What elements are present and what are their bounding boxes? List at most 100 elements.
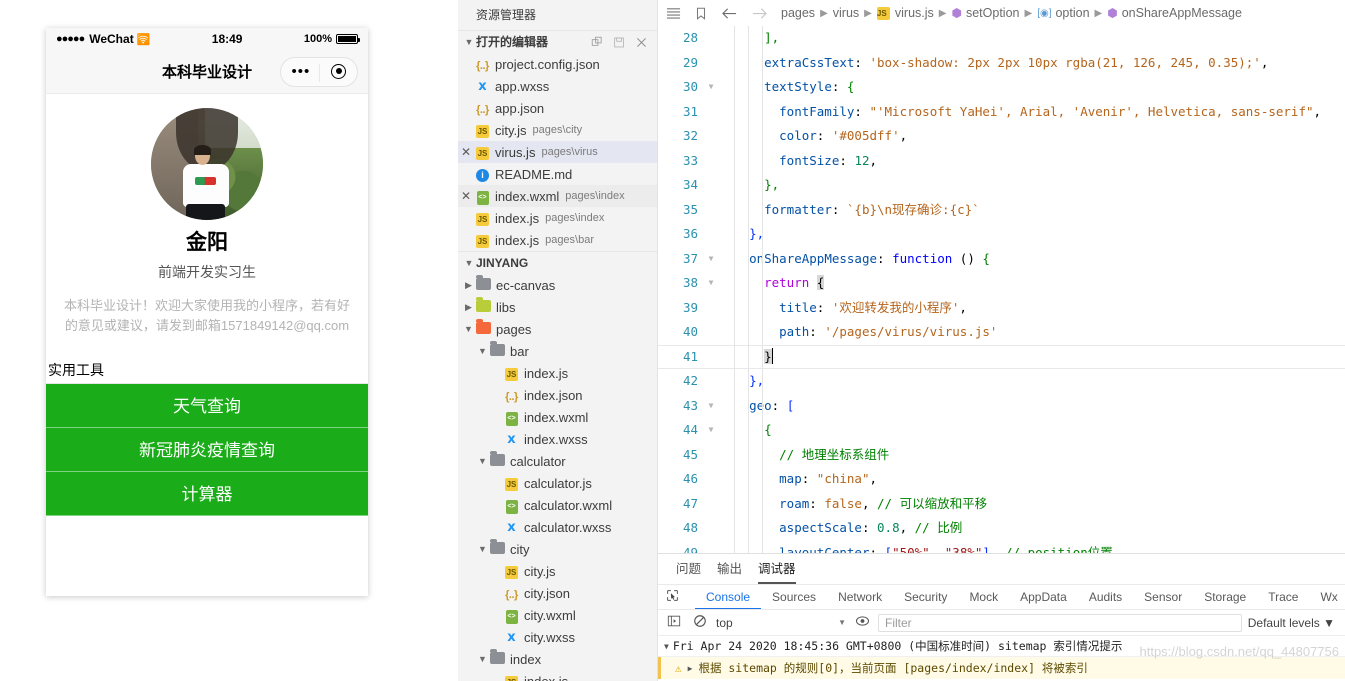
tree-file-row[interactable]: JS city.js bbox=[458, 560, 657, 582]
tree-folder-row[interactable]: ▼ city bbox=[458, 538, 657, 560]
tree-file-row[interactable]: x calculator.wxss bbox=[458, 516, 657, 538]
open-editor-item[interactable]: JS city.js pages\city bbox=[458, 119, 657, 141]
covid-query-button[interactable]: 新冠肺炎疫情查询 bbox=[46, 428, 368, 473]
code-text: extraCssText: 'box-shadow: 2px 2px 10px … bbox=[764, 54, 1269, 70]
chevron-right-icon[interactable]: ▶ bbox=[462, 280, 475, 291]
context-select[interactable]: top ▼ bbox=[716, 616, 846, 630]
back-arrow-icon[interactable] bbox=[721, 6, 738, 21]
open-editor-item[interactable]: i README.md bbox=[458, 163, 657, 185]
devtools-tab[interactable]: Network bbox=[827, 585, 893, 609]
target-circle-icon[interactable] bbox=[331, 64, 347, 79]
tree-folder-row[interactable]: ▼ pages bbox=[458, 318, 657, 340]
console-filter-input[interactable]: Filter bbox=[878, 613, 1242, 632]
panel-tab[interactable]: 输出 bbox=[717, 554, 742, 584]
devtools-tab[interactable]: Storage bbox=[1193, 585, 1257, 609]
weather-query-button[interactable]: 天气查询 bbox=[46, 384, 368, 429]
chevron-down-icon[interactable]: ▼ bbox=[476, 544, 489, 554]
breadcrumb-item[interactable]: virus bbox=[833, 6, 859, 20]
tree-file-row[interactable]: JS index.js bbox=[458, 362, 657, 384]
console-warning-row[interactable]: ⚠ ▶ 根据 sitemap 的规则[0]，当前页面 [pages/index/… bbox=[658, 657, 1345, 679]
devtools-tab[interactable]: Console bbox=[695, 585, 761, 609]
fold-chevron-icon[interactable]: ▼ bbox=[702, 75, 720, 100]
new-file-icon[interactable] bbox=[591, 36, 604, 49]
open-editor-item[interactable]: {..} project.config.json bbox=[458, 53, 657, 75]
panel-tab[interactable]: 调试器 bbox=[758, 554, 796, 584]
close-icon[interactable]: ✕ bbox=[458, 189, 474, 203]
open-editor-name: README.md bbox=[495, 166, 573, 182]
tree-node-label: index bbox=[510, 651, 542, 667]
open-editor-item[interactable]: ✕ <> index.wxml pages\index bbox=[458, 185, 657, 207]
breadcrumb-item[interactable]: ⬢ setOption bbox=[951, 6, 1019, 20]
chevron-down-icon[interactable]: ▼ bbox=[476, 456, 489, 466]
panel-tab[interactable]: 问题 bbox=[676, 554, 701, 584]
tree-file-row[interactable]: <> index.wxml bbox=[458, 406, 657, 428]
carrier-label: WeChat bbox=[89, 32, 134, 46]
devtools-tab[interactable]: Audits bbox=[1078, 585, 1133, 609]
devtools-tab[interactable]: Sources bbox=[761, 585, 827, 609]
chevron-down-icon[interactable]: ▼ bbox=[462, 324, 475, 334]
chevron-down-icon: ▼ bbox=[464, 36, 474, 47]
wechat-capsule[interactable]: ••• bbox=[280, 56, 358, 87]
tree-file-row[interactable]: {..} index.json bbox=[458, 384, 657, 406]
breadcrumb-item[interactable]: [◉] option bbox=[1037, 6, 1089, 20]
bookmark-icon[interactable] bbox=[694, 6, 708, 21]
tree-folder-row[interactable]: ▼ index bbox=[458, 648, 657, 670]
fold-chevron-icon[interactable]: ▼ bbox=[702, 418, 720, 443]
open-editor-item[interactable]: ✕ JS virus.js pages\virus bbox=[458, 141, 657, 163]
fold-chevron-icon[interactable]: ▼ bbox=[702, 271, 720, 296]
tree-folder-row[interactable]: ▶ ec-canvas bbox=[458, 274, 657, 296]
js-icon: JS bbox=[876, 6, 890, 20]
open-editor-item[interactable]: {..} app.json bbox=[458, 97, 657, 119]
forward-arrow-icon[interactable] bbox=[751, 6, 768, 21]
open-editor-name: index.js bbox=[495, 232, 540, 248]
open-editor-item[interactable]: JS index.js pages\bar bbox=[458, 229, 657, 251]
devtools-tab[interactable]: Security bbox=[893, 585, 958, 609]
breadcrumb-item[interactable]: ⬢ onShareAppMessage bbox=[1107, 6, 1242, 20]
inspect-element-icon[interactable] bbox=[666, 589, 679, 605]
tree-file-row[interactable]: <> calculator.wxml bbox=[458, 494, 657, 516]
code-editor[interactable]: 28 ], 29 extraCssText: 'box-shadow: 2px 2… bbox=[658, 26, 1345, 553]
more-dots-icon[interactable]: ••• bbox=[292, 64, 311, 79]
devtools-tab[interactable]: Sensor bbox=[1133, 585, 1193, 609]
fold-chevron-icon[interactable]: ▼ bbox=[702, 247, 720, 272]
devtools-tab[interactable]: Wx bbox=[1309, 585, 1345, 609]
wxss-icon: x bbox=[478, 79, 487, 94]
code-text: // 地理坐标系组件 bbox=[779, 446, 890, 462]
log-levels-select[interactable]: Default levels ▼ bbox=[1248, 616, 1339, 630]
chevron-down-icon[interactable]: ▼ bbox=[476, 346, 489, 356]
close-icon[interactable]: ✕ bbox=[458, 145, 474, 159]
tree-folder-row[interactable]: ▼ calculator bbox=[458, 450, 657, 472]
save-all-icon[interactable] bbox=[613, 36, 626, 49]
calculator-button[interactable]: 计算器 bbox=[46, 472, 368, 517]
open-editor-item[interactable]: JS index.js pages\index bbox=[458, 207, 657, 229]
file-type-icon: x bbox=[474, 78, 491, 94]
fold-chevron-icon[interactable]: ▼ bbox=[702, 394, 720, 419]
devtools-tab[interactable]: Mock bbox=[958, 585, 1009, 609]
tree-file-row[interactable]: x index.wxss bbox=[458, 428, 657, 450]
open-editor-item[interactable]: x app.wxss bbox=[458, 75, 657, 97]
tree-file-row[interactable]: {..} city.json bbox=[458, 582, 657, 604]
tree-file-row[interactable]: JS index.js bbox=[458, 670, 657, 681]
project-header[interactable]: ▼ JINYANG bbox=[458, 251, 657, 274]
live-expression-icon[interactable] bbox=[852, 614, 872, 631]
devtools-tab[interactable]: Trace bbox=[1257, 585, 1309, 609]
close-all-icon[interactable] bbox=[635, 36, 648, 49]
outline-icon[interactable] bbox=[666, 6, 681, 21]
file-type-icon: i bbox=[474, 166, 491, 182]
tree-folder-row[interactable]: ▼ bar bbox=[458, 340, 657, 362]
breadcrumb-item[interactable]: pages bbox=[781, 6, 815, 20]
devtools-tab[interactable]: AppData bbox=[1009, 585, 1078, 609]
chevron-right-icon[interactable]: ▶ bbox=[688, 664, 693, 673]
open-editors-header[interactable]: ▼ 打开的编辑器 bbox=[458, 30, 657, 53]
tree-folder-row[interactable]: ▶ libs bbox=[458, 296, 657, 318]
tree-file-row[interactable]: <> city.wxml bbox=[458, 604, 657, 626]
tree-file-row[interactable]: x city.wxss bbox=[458, 626, 657, 648]
execute-icon[interactable] bbox=[664, 614, 684, 631]
chevron-down-icon[interactable]: ▼ bbox=[476, 654, 489, 664]
breadcrumb-separator: ▶ bbox=[864, 7, 872, 19]
breadcrumb-item[interactable]: JS virus.js bbox=[876, 6, 934, 20]
console-log-group[interactable]: ▼ Fri Apr 24 2020 18:45:36 GMT+0800 (中国标… bbox=[658, 636, 1345, 657]
chevron-right-icon[interactable]: ▶ bbox=[462, 302, 475, 313]
tree-file-row[interactable]: JS calculator.js bbox=[458, 472, 657, 494]
clear-console-icon[interactable] bbox=[690, 614, 710, 631]
